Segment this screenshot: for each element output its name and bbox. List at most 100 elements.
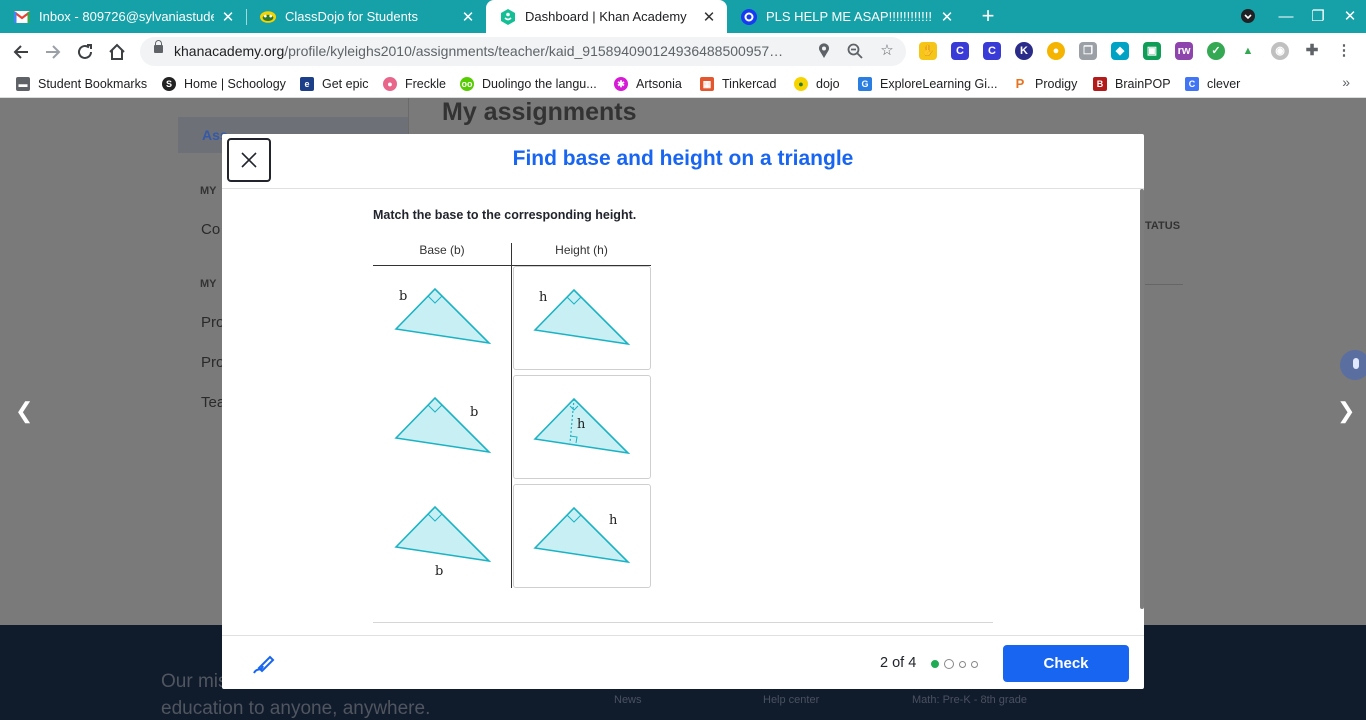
minimize-icon[interactable]: — [1270,0,1302,33]
tab-gmail[interactable]: Inbox - 809726@sylvaniastuden ✕ [0,0,246,33]
bookmarks-bar: ▬ Student Bookmarks S Home | Schoology e Ge… [0,70,1366,98]
restore-icon[interactable]: ❐ [1302,0,1334,33]
gmail-icon [14,9,30,25]
clever-icon: C [1185,77,1199,91]
k-extension-icon[interactable]: K [1015,42,1033,60]
drive-extension-icon[interactable]: ▲ [1239,42,1257,60]
footer-link-news[interactable]: News [614,694,642,706]
close-tab-icon[interactable]: ✕ [701,8,717,26]
classroom-extension-icon[interactable]: ▣ [1143,42,1161,60]
bookmark-explorelearning[interactable]: G ExploreLearning Gi... [858,75,997,93]
status-column-header: TATUS [1145,220,1181,232]
rw-extension-icon[interactable]: rw [1175,42,1193,60]
location-pin-icon[interactable] [814,41,834,61]
browser-toolbar: khanacademy.org/profile/kyleighs2010/ass… [0,33,1366,70]
bookmark-prodigy[interactable]: P Prodigy [1013,75,1077,93]
sidebar-item-progress[interactable]: Pro [201,354,224,371]
close-window-icon[interactable]: ✕ [1334,0,1366,33]
brainly-icon [741,8,757,25]
close-tab-icon[interactable]: ✕ [460,8,476,26]
bookmark-label: Student Bookmarks [38,77,148,91]
scratchpad-pencil-icon[interactable] [252,651,276,675]
extensions-puzzle-icon[interactable]: ✚ [1303,42,1321,60]
dojo-icon: ● [794,77,808,91]
home-icon[interactable] [104,39,130,65]
bookmark-get-epic[interactable]: e Get epic [300,75,369,93]
bookmark-duolingo[interactable]: oo Duolingo the langu... [460,75,597,93]
tab-classdojo[interactable]: ClassDojo for Students ✕ [246,0,486,33]
brainpop-icon: B [1093,77,1107,91]
check-button[interactable]: Check [1003,645,1129,682]
height-column-header: Height (h) [555,243,608,257]
duolingo-icon: oo [460,77,474,91]
forward-arrow-icon[interactable] [40,39,66,65]
tab-brainly[interactable]: PLS HELP ME ASAP!!!!!!!!!!!!!! - Bra ✕ [727,0,965,33]
mission-line: education to anyone, anywhere. [161,698,431,719]
bookmark-label: clever [1207,77,1241,91]
c-extension-icon[interactable]: C [951,42,969,60]
zoom-icon[interactable] [845,41,865,61]
new-tab-label: + [981,3,995,28]
address-bar[interactable]: khanacademy.org/profile/kyleighs2010/ass… [140,37,906,66]
tab-khan-academy[interactable]: Dashboard | Khan Academy ✕ [486,0,727,33]
bookmark-label: Home | Schoology [184,77,286,91]
height-card[interactable]: h [513,484,651,588]
bookmark-label: dojo [816,77,840,91]
bookmark-tinkercad[interactable]: ▦ Tinkercad [700,75,776,93]
microphone-icon[interactable] [1340,350,1366,380]
bookmark-student-bookmarks[interactable]: ▬ Student Bookmarks [16,75,147,93]
bookmark-artsonia[interactable]: ✱ Artsonia [614,75,682,93]
sidebar-item-courses[interactable]: Co [201,221,220,238]
folder-icon: ▬ [16,77,30,91]
bookmark-brainpop[interactable]: B BrainPOP [1093,75,1171,93]
close-tab-icon[interactable]: ✕ [939,8,955,26]
height-card[interactable]: h [513,375,651,479]
classdojo-icon [260,9,276,25]
footer-link-math[interactable]: Math: Pre-K - 8th grade [912,694,1027,706]
owl-extension-icon[interactable]: ◉ [1271,42,1289,60]
bookmark-label: BrainPOP [1115,77,1171,91]
tab-title: ClassDojo for Students [285,9,418,24]
url-path: /profile/kyleighs2010/assignments/teache… [284,43,784,59]
bookmark-freckle[interactable]: ● Freckle [383,75,446,93]
reload-icon[interactable] [72,39,98,65]
modal-scrollbar[interactable] [1140,189,1144,609]
page-title: My assignments [442,98,637,126]
tab-title: Inbox - 809726@sylvaniastuden [39,9,214,24]
copy-extension-icon[interactable]: ❐ [1079,42,1097,60]
new-tab-button[interactable]: + [976,4,1000,28]
bookmark-label: Artsonia [636,77,682,91]
triangle-diagram: b [394,396,492,454]
modal-header: Find base and height on a triangle [222,134,1144,189]
back-arrow-icon[interactable] [8,39,34,65]
bookmark-schoology[interactable]: S Home | Schoology [162,75,286,93]
bookmark-label: Duolingo the langu... [482,77,597,91]
bookmark-dojo[interactable]: ● dojo [794,75,840,93]
close-tab-icon[interactable]: ✕ [220,8,236,26]
c2-extension-icon[interactable]: C [983,42,1001,60]
freckle-icon: ● [383,77,397,91]
bookmarks-overflow-icon[interactable]: » [1342,74,1350,90]
coin-extension-icon[interactable]: ● [1047,42,1065,60]
footer-link-help-center[interactable]: Help center [763,694,819,706]
bookmark-star-icon[interactable]: ☆ [877,41,897,61]
progress-dot-current [944,659,954,669]
triangle-diagram: h [533,288,631,346]
artsonia-icon: ✱ [614,77,628,91]
base-item: b [373,266,511,370]
menu-kebab-icon[interactable]: ⋮ [1335,42,1353,60]
bookmark-clever[interactable]: Cclever [1185,75,1240,93]
bookmark-label: ExploreLearning Gi... [880,77,998,91]
shield-extension-icon[interactable]: ◆ [1111,42,1129,60]
table-divider [1145,284,1183,285]
check-extension-icon[interactable]: ✓ [1207,42,1225,60]
hand-extension-icon[interactable]: ✋ [919,42,937,60]
url-text[interactable]: khanacademy.org/profile/kyleighs2010/ass… [174,43,804,59]
next-arrow-icon[interactable]: ❯ [1337,398,1355,424]
height-card[interactable]: h [513,266,651,370]
previous-arrow-icon[interactable]: ❮ [15,398,33,424]
sidebar-item-profile[interactable]: Pro [201,314,224,331]
base-label: b [399,289,407,304]
progress-indicator: 2 of 4 [880,655,917,671]
tab-search-icon[interactable] [1232,0,1264,33]
